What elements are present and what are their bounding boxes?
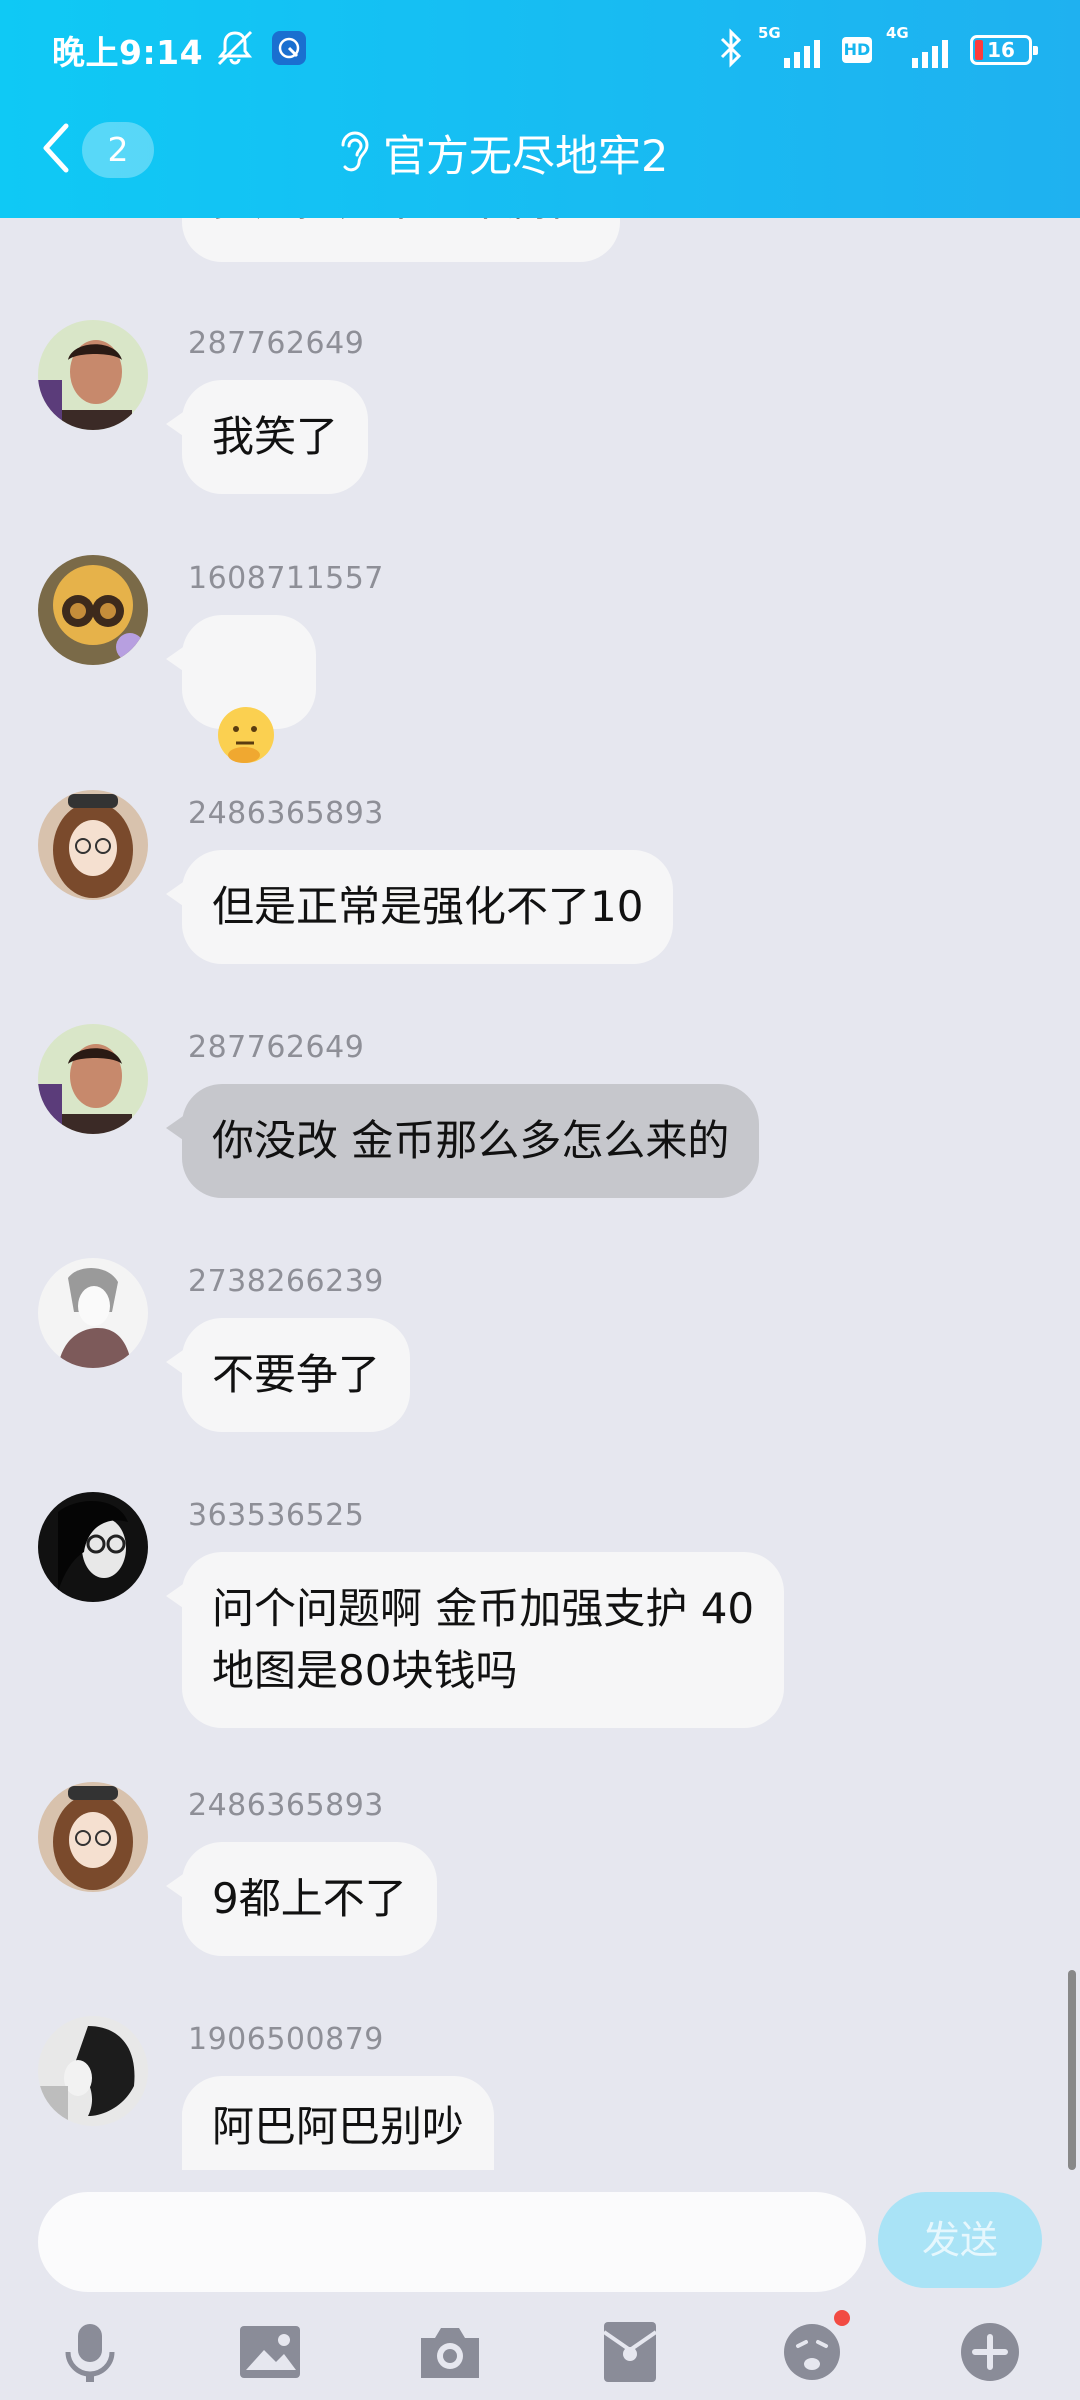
hd-voice-badge: HD bbox=[842, 37, 872, 63]
chevron-left-icon bbox=[40, 122, 70, 178]
avatar[interactable] bbox=[38, 1258, 148, 1368]
sender-name: 2738266239 bbox=[188, 1264, 384, 1299]
message-list[interactable]: 多几把充不正常属性 287762649 我笑了 1608711557 24863… bbox=[0, 218, 1080, 2170]
message-bubble[interactable]: 问个问题啊 金币加强支护 40 地图是80块钱吗 bbox=[165, 1552, 785, 1728]
message-bubble[interactable]: 不要争了 bbox=[165, 1318, 411, 1432]
image-icon[interactable] bbox=[230, 2312, 310, 2392]
emoji-icon[interactable] bbox=[772, 2310, 852, 2392]
chat-header: 晚上9:14 5G HD 4G 16 2 官方无尽地牢2 bbox=[0, 0, 1080, 218]
message-input[interactable] bbox=[38, 2192, 866, 2292]
sender-name: 1608711557 bbox=[188, 561, 384, 596]
red-packet-icon[interactable] bbox=[590, 2312, 670, 2392]
battery-icon: 16 bbox=[970, 35, 1038, 65]
avatar[interactable] bbox=[38, 320, 148, 430]
sender-name: 2486365893 bbox=[188, 1788, 384, 1823]
status-bar: 晚上9:14 5G HD 4G 16 bbox=[0, 0, 1080, 100]
sender-name: 287762649 bbox=[188, 326, 365, 361]
plus-icon[interactable] bbox=[950, 2312, 1030, 2392]
unread-count-badge: 2 bbox=[82, 122, 154, 178]
message-bubble[interactable]: 我笑了 bbox=[165, 380, 369, 494]
thinking-emoji-icon bbox=[214, 641, 278, 784]
sender-name: 2486365893 bbox=[188, 796, 384, 831]
microphone-icon[interactable] bbox=[50, 2312, 130, 2392]
status-time: 晚上9:14 bbox=[52, 33, 204, 72]
sender-name: 287762649 bbox=[188, 1030, 365, 1065]
message-bubble[interactable]: 但是正常是强化不了10 bbox=[165, 850, 674, 964]
battery-level: 16 bbox=[987, 38, 1015, 62]
sender-name: 363536525 bbox=[188, 1498, 365, 1533]
nav-bar: 2 官方无尽地牢2 bbox=[0, 100, 1080, 218]
message-bubble[interactable]: 9都上不了 bbox=[166, 1842, 437, 1956]
mute-alarm-icon bbox=[213, 28, 257, 72]
new-badge-dot bbox=[834, 2310, 850, 2326]
avatar[interactable] bbox=[38, 1492, 148, 1602]
avatar[interactable] bbox=[38, 1024, 148, 1134]
sender-name: 1906500879 bbox=[188, 2022, 384, 2057]
send-button[interactable]: 发送 bbox=[878, 2192, 1042, 2288]
back-button[interactable]: 2 bbox=[40, 120, 160, 180]
chat-title[interactable]: 官方无尽地牢2 bbox=[335, 122, 668, 184]
input-toolbar bbox=[0, 2310, 1080, 2400]
message-bubble[interactable]: 阿巴阿巴别吵 bbox=[182, 2076, 495, 2170]
avatar[interactable] bbox=[38, 1782, 148, 1892]
message-bubble[interactable]: 多几把充不正常属性 bbox=[182, 218, 621, 262]
page-title: 官方无尽地牢2 bbox=[383, 132, 669, 182]
signal-5g-icon: 5G bbox=[758, 24, 828, 68]
message-bubble[interactable]: 你没改 金币那么多怎么来的 bbox=[165, 1084, 760, 1198]
signal-4g-icon: 4G bbox=[886, 24, 956, 68]
app-notification-icon bbox=[271, 30, 307, 70]
earpiece-icon bbox=[335, 127, 371, 179]
avatar[interactable] bbox=[38, 2016, 148, 2126]
scrollbar[interactable] bbox=[1068, 1970, 1076, 2170]
avatar[interactable] bbox=[38, 555, 148, 665]
camera-icon[interactable] bbox=[410, 2312, 490, 2392]
avatar[interactable] bbox=[38, 790, 148, 900]
input-area: 发送 bbox=[0, 2170, 1080, 2400]
bluetooth-icon bbox=[718, 28, 744, 72]
message-bubble[interactable] bbox=[166, 615, 316, 763]
